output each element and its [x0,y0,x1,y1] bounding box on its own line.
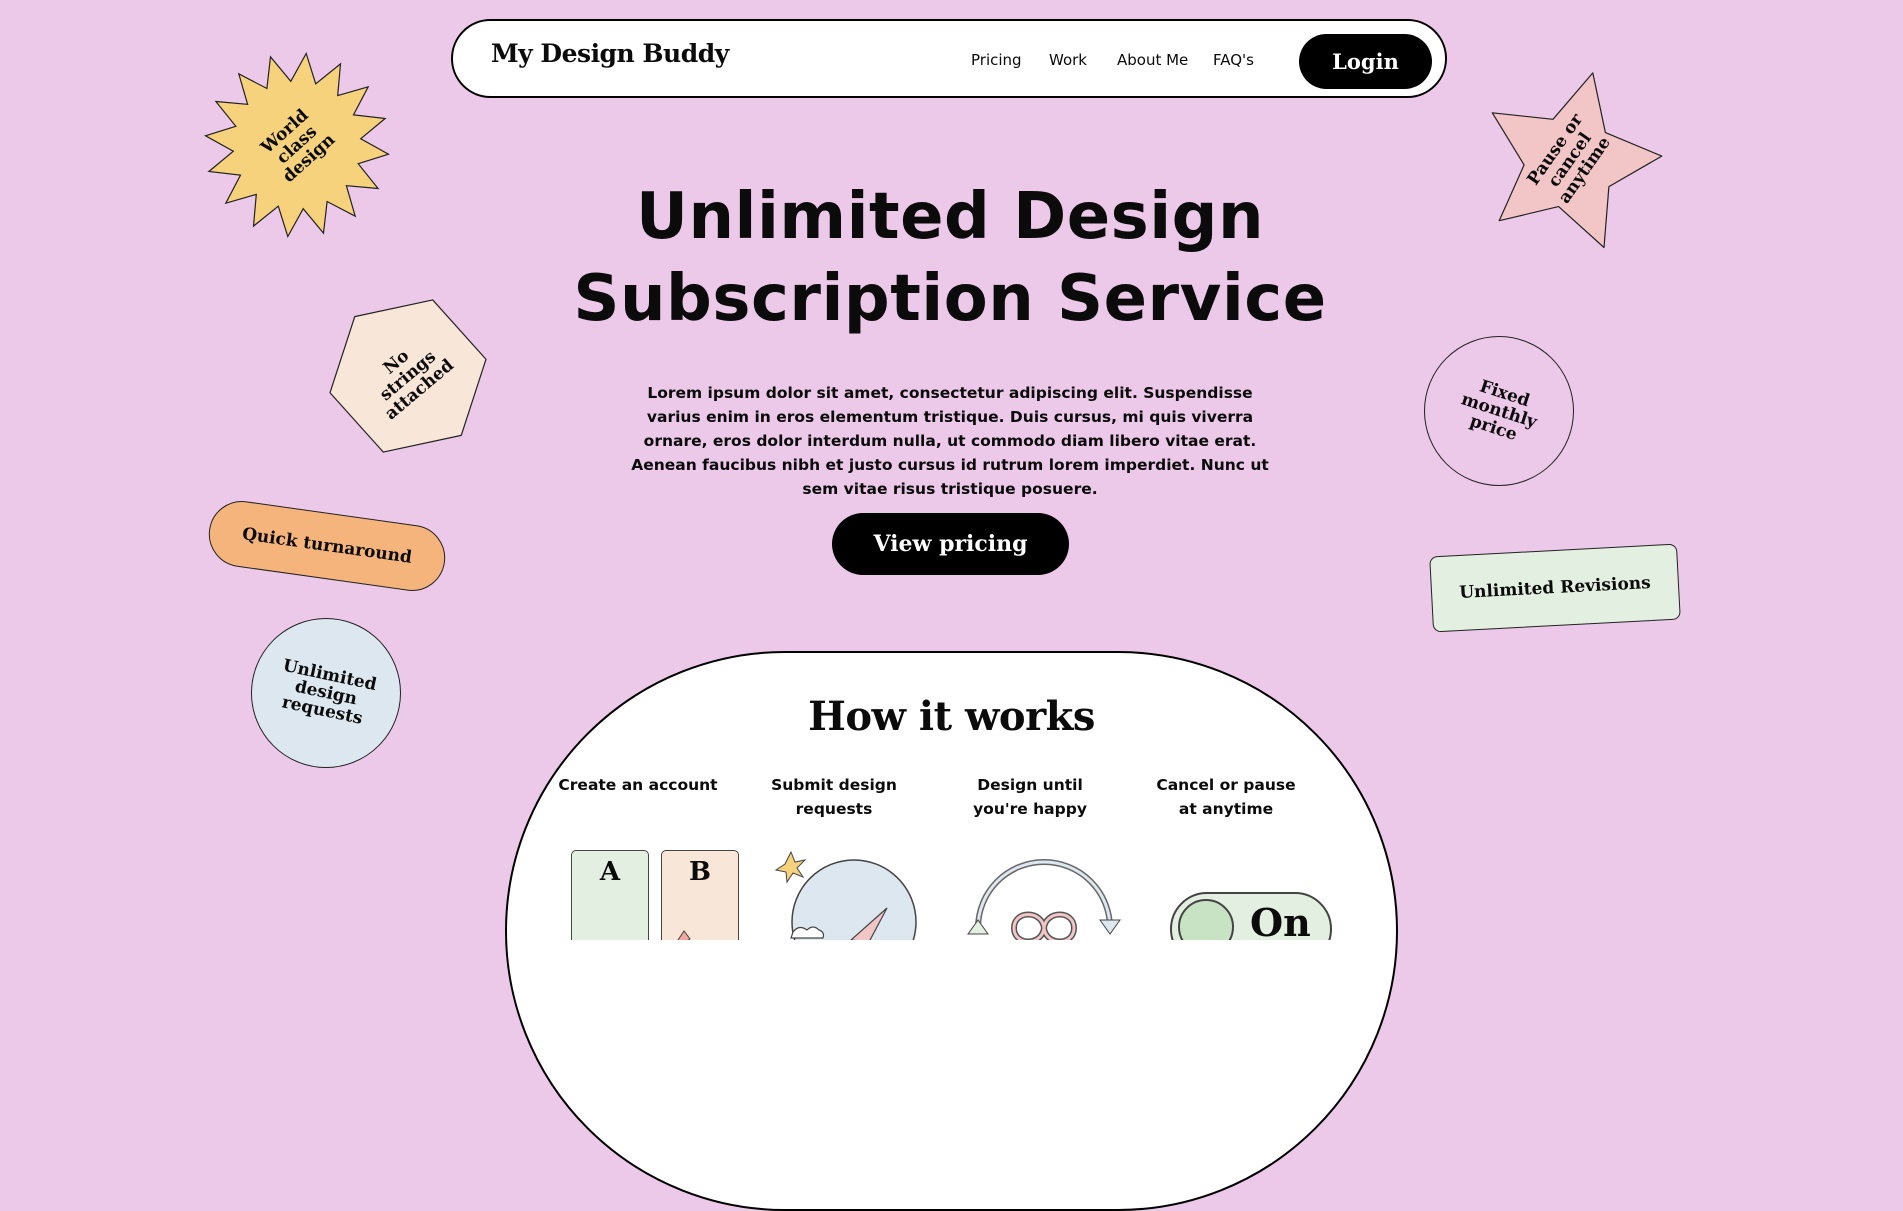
nav-link-faqs[interactable]: FAQ's [1213,51,1254,69]
cursor-icon [677,930,691,940]
step-label-line: Submit design [771,776,897,794]
sticker-quick-turnaround: Quick turnaround [204,496,450,596]
step-label-line: Create an account [558,776,718,794]
brand-logo[interactable]: My Design Buddy [491,39,729,68]
sticker-unlimited-design-requests: Unlimited design requests [251,618,401,768]
how-it-works-section: How it works Create an account Submit de… [505,651,1398,1211]
how-it-works-title: How it works [808,693,1095,740]
sticker-no-strings-attached: No strings attached [324,292,492,460]
nav-link-work[interactable]: Work [1049,51,1087,69]
nav-link-pricing[interactable]: Pricing [971,51,1022,69]
hero-title-line-1: Unlimited Design [635,180,1265,254]
revisions-loop-illustration [964,850,1134,940]
loop-arrow-icon [967,859,1121,940]
toggle-knob [1178,899,1234,940]
toggle-switch-illustration: On [1162,850,1332,940]
hero-description: Lorem ipsum dolor sit amet, consectetur … [631,384,1269,498]
sticker-text: Quick turnaround [240,524,414,568]
top-navbar: My Design Buddy Pricing Work About Me FA… [451,19,1447,98]
step-label-submit-requests: Submit design requests [754,773,914,821]
ab-cards-illustration: A B [571,850,741,940]
card-a: A [571,850,649,940]
login-button[interactable]: Login [1299,34,1432,89]
sticker-text: Unlimited Revisions [1458,573,1652,604]
step-label-line: requests [795,800,873,818]
nav-link-about-me[interactable]: About Me [1117,51,1188,69]
step-label-line: Cancel or pause [1156,776,1296,794]
hero-title: Unlimited Design Subscription Service [452,176,1448,340]
card-b-letter: B [689,857,711,887]
step-label-line: Design until [977,776,1083,794]
view-pricing-button[interactable]: View pricing [832,513,1069,575]
sticker-pause-or-cancel-anytime: Pause or cancel anytime [1472,62,1668,258]
card-a-letter: A [599,857,621,887]
paper-plane-icon [774,850,917,940]
sticker-fixed-monthly-price: Fixed monthly price [1424,336,1574,486]
toggle-label: On [1250,900,1311,940]
step-label-create-account: Create an account [558,773,718,797]
step-label-cancel-or-pause: Cancel or pause at anytime [1146,773,1306,821]
sticker-world-class-design: World class design [202,50,392,240]
paper-plane-illustration [769,850,929,940]
hero-title-line-2: Subscription Service [573,262,1327,336]
sticker-unlimited-revisions: Unlimited Revisions [1429,543,1681,633]
step-label-line: you're happy [973,800,1087,818]
step-label-line: at anytime [1178,800,1274,818]
toggle-track: On [1170,892,1332,940]
card-b: B [661,850,739,940]
step-label-design-until-happy: Design until you're happy [950,773,1110,821]
